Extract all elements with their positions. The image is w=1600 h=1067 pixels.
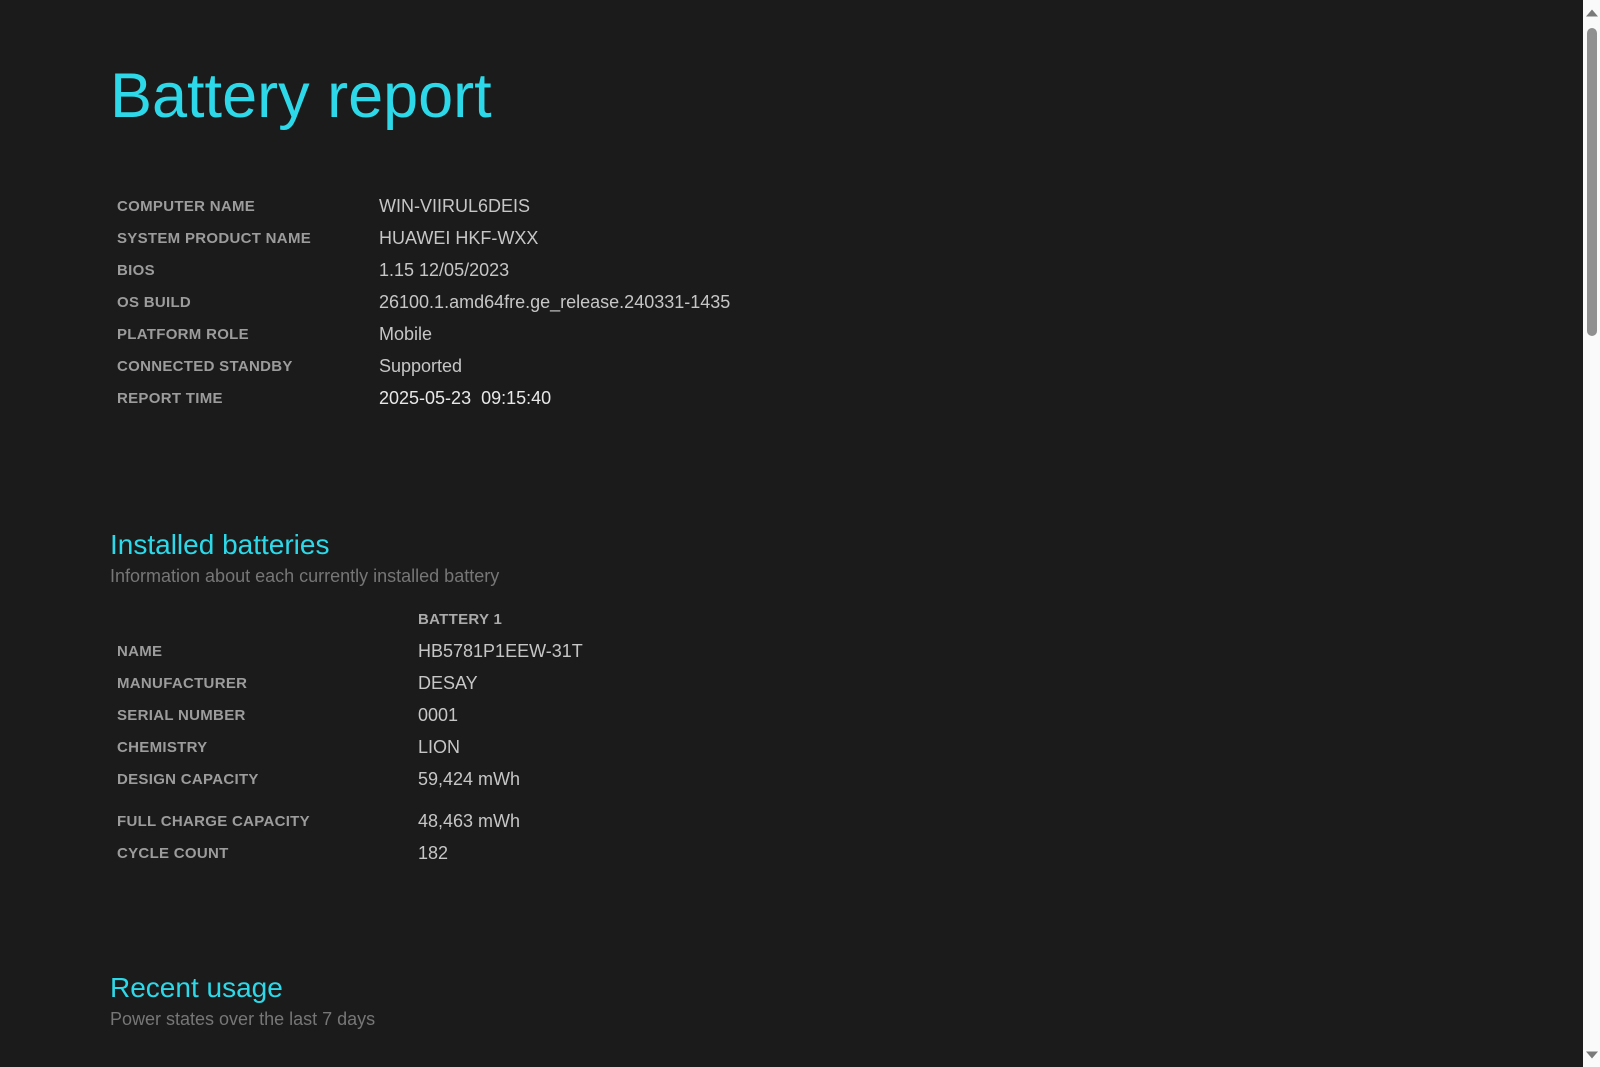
system-info-label: SYSTEM PRODUCT NAME	[117, 230, 379, 247]
system-info-row: SYSTEM PRODUCT NAME HUAWEI HKF-WXX	[117, 222, 1583, 254]
system-info-label: BIOS	[117, 262, 379, 279]
system-info-row: BIOS 1.15 12/05/2023	[117, 254, 1583, 286]
battery-info-row: MANUFACTURER DESAY	[117, 667, 1583, 699]
recent-usage-section: Recent usage Power states over the last …	[110, 971, 1583, 1030]
system-info-value: Supported	[379, 356, 462, 377]
installed-batteries-section: Installed batteries Information about ea…	[110, 528, 1583, 869]
battery-info-value: 59,424 mWh	[418, 769, 520, 790]
battery-info-label: FULL CHARGE CAPACITY	[117, 813, 418, 830]
battery-info-label: MANUFACTURER	[117, 675, 418, 692]
system-info-value: WIN-VIIRUL6DEIS	[379, 196, 530, 217]
battery-info-value: DESAY	[418, 673, 478, 694]
battery-info-row: NAME HB5781P1EEW-31T	[117, 635, 1583, 667]
system-info-value: 1.15 12/05/2023	[379, 260, 509, 281]
installed-batteries-subtitle: Information about each currently install…	[110, 566, 1583, 587]
page-title: Battery report	[110, 60, 1583, 132]
report-time-value: 2025-05-23 09:15:40	[379, 388, 551, 409]
system-info-row: COMPUTER NAME WIN-VIIRUL6DEIS	[117, 190, 1583, 222]
battery-info-row: DESIGN CAPACITY 59,424 mWh	[117, 763, 1583, 795]
scroll-up-arrow-icon	[1586, 9, 1598, 16]
scroll-up-button[interactable]	[1583, 4, 1600, 21]
battery-info-label: CYCLE COUNT	[117, 845, 418, 862]
battery-info-row: SERIAL NUMBER 0001	[117, 699, 1583, 731]
battery-info-value: LION	[418, 737, 460, 758]
battery-info-value: 48,463 mWh	[418, 811, 520, 832]
system-info-value: 26100.1.amd64fre.ge_release.240331-1435	[379, 292, 730, 313]
report-content: Battery report COMPUTER NAME WIN-VIIRUL6…	[0, 0, 1583, 1030]
system-info-row: OS BUILD 26100.1.amd64fre.ge_release.240…	[117, 286, 1583, 318]
battery-info-label: CHEMISTRY	[117, 739, 418, 756]
system-info-row: REPORT TIME 2025-05-23 09:15:40	[117, 382, 1583, 414]
system-info-label: REPORT TIME	[117, 390, 379, 407]
system-info-label: COMPUTER NAME	[117, 198, 379, 215]
battery-info-label: DESIGN CAPACITY	[117, 771, 418, 788]
system-info-row: CONNECTED STANDBY Supported	[117, 350, 1583, 382]
system-info-value: Mobile	[379, 324, 432, 345]
system-info-table: COMPUTER NAME WIN-VIIRUL6DEIS SYSTEM PRO…	[110, 190, 1583, 414]
battery-column-header: BATTERY 1	[117, 603, 1583, 635]
system-info-label: OS BUILD	[117, 294, 379, 311]
battery-info-label: NAME	[117, 643, 418, 660]
system-info-label: CONNECTED STANDBY	[117, 358, 379, 375]
battery-info-row: CYCLE COUNT 182	[117, 837, 1583, 869]
system-info-row: PLATFORM ROLE Mobile	[117, 318, 1583, 350]
recent-usage-subtitle: Power states over the last 7 days	[110, 1009, 1583, 1030]
section-heading-recent-usage: Recent usage	[110, 971, 1583, 1005]
battery-info-row: CHEMISTRY LION	[117, 731, 1583, 763]
battery-info-value: 0001	[418, 705, 458, 726]
vertical-scrollbar[interactable]	[1583, 0, 1600, 1067]
battery-info-row: FULL CHARGE CAPACITY 48,463 mWh	[117, 805, 1583, 837]
battery-info-value: HB5781P1EEW-31T	[418, 641, 583, 662]
scroll-down-button[interactable]	[1583, 1046, 1600, 1063]
battery-report-page: Battery report COMPUTER NAME WIN-VIIRUL6…	[0, 0, 1583, 1067]
system-info-label: PLATFORM ROLE	[117, 326, 379, 343]
system-info-value: HUAWEI HKF-WXX	[379, 228, 538, 249]
battery-info-table: BATTERY 1 NAME HB5781P1EEW-31T MANUFACTU…	[110, 603, 1583, 869]
scroll-down-arrow-icon	[1586, 1051, 1598, 1058]
section-heading-installed-batteries: Installed batteries	[110, 528, 1583, 562]
battery-info-label: SERIAL NUMBER	[117, 707, 418, 724]
battery-info-value: 182	[418, 843, 448, 864]
scrollbar-thumb[interactable]	[1587, 28, 1597, 336]
